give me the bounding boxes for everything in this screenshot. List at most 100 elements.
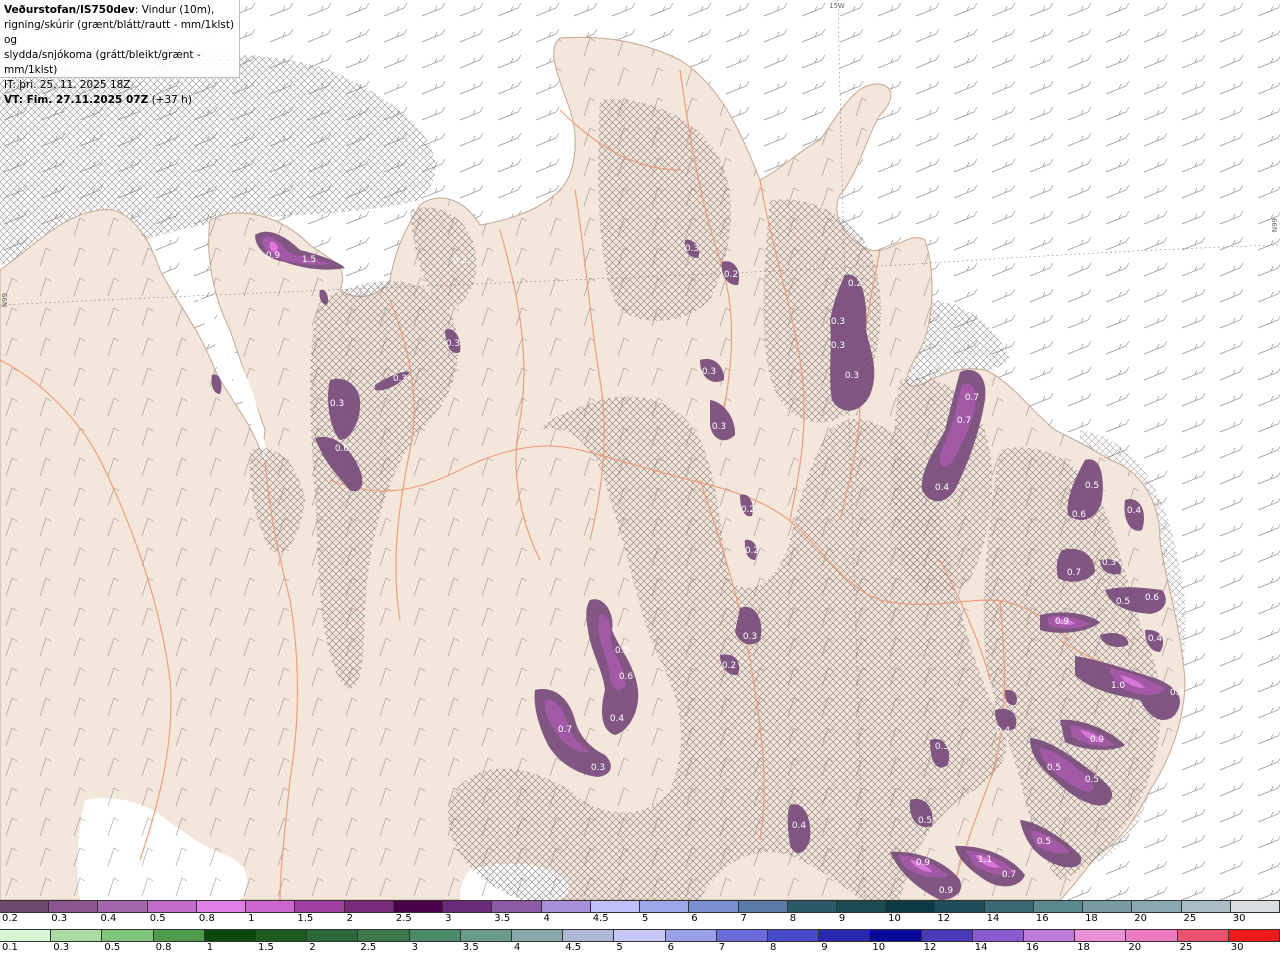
scale-label: 1.5: [258, 942, 274, 953]
precip-value-label: 0.5: [1047, 763, 1061, 773]
precip-value-label: 0.6: [619, 672, 634, 682]
precip-value-label: 0.9: [939, 886, 954, 896]
scale-label: 2.5: [395, 913, 412, 924]
precip-value-label: 0.3: [831, 317, 845, 327]
scale-swatch: [1177, 930, 1229, 941]
scale-swatch: [1024, 930, 1076, 941]
scale-swatch: [738, 901, 788, 912]
scale-swatch: [614, 930, 666, 941]
scale-swatch: [768, 930, 820, 941]
precip-value-label: 0.3: [712, 422, 726, 432]
info-line3: slydda/snjókoma (grátt/bleikt/grænt - mm…: [4, 49, 201, 76]
scale-swatch: [512, 930, 564, 941]
info-line2: rigning/skúrir (grænt/blátt/rautt - mm/1…: [4, 19, 235, 46]
precip-value-label: 0.5: [1116, 597, 1130, 607]
scale-swatch: [1083, 901, 1133, 912]
precip-value-label: 1.0: [1111, 681, 1126, 691]
precip-value-label: 0.2: [745, 546, 759, 556]
scale-swatch: [0, 930, 52, 941]
precip-value-label: 0.7: [957, 416, 971, 426]
scale-swatch: [984, 901, 1034, 912]
scale-swatch: [51, 930, 103, 941]
scale-swatch: [1132, 901, 1182, 912]
scale-swatch: [590, 901, 641, 912]
scale-label: 8: [789, 913, 797, 924]
scale-swatch: [295, 901, 345, 912]
scale-label: 7: [718, 942, 726, 953]
scale-swatch: [393, 901, 444, 912]
info-lead-time: (+37 h): [148, 94, 192, 106]
precip-value-label: 0.4: [935, 483, 950, 493]
precip-value-label: 0.3: [446, 339, 460, 349]
scale-swatch: [886, 901, 936, 912]
scale-label: 18: [1077, 942, 1090, 953]
scale-label: 0.3: [51, 913, 68, 924]
scale-swatch: [196, 901, 247, 912]
info-valid-time: VT: Fim. 27.11.2025 07Z: [4, 94, 149, 106]
precip-value-label: 0.5: [1037, 837, 1051, 847]
scale-label: 16: [1035, 913, 1049, 924]
scale-swatch: [640, 901, 690, 912]
scale-swatch: [147, 901, 197, 912]
precip-value-label: 0.6: [1145, 593, 1160, 603]
scale-label: 1: [206, 942, 214, 953]
precip-value-label: 0.2: [453, 256, 467, 266]
scale-swatch: [307, 930, 359, 941]
scale-label: 4: [543, 913, 550, 924]
precip-value-label: 0.4: [1170, 688, 1185, 698]
scale-label: 10: [872, 942, 886, 953]
precip-value-label: 0.3: [1102, 558, 1116, 568]
scale-label: 9: [838, 913, 846, 924]
scale-label: 18: [1085, 913, 1098, 924]
precip-value-label: 0.3: [393, 374, 407, 384]
scale-label: 10: [888, 913, 901, 924]
precip-value-label: 0.9: [916, 858, 931, 868]
precip-value-label: 0.9: [1055, 617, 1070, 627]
scale-label: 30: [1230, 942, 1244, 953]
weather-map: 0.9 1.5 0.2 0.3 0.2 0.2 0.3 0.3 0.3 0.3 0.3 0.3 0.6 0…: [0, 0, 1280, 900]
scale-swatch: [541, 901, 591, 912]
scale-swatch: [1075, 930, 1127, 941]
scale-swatch: [98, 901, 148, 912]
scale-swatch: [1033, 901, 1084, 912]
precip-value-label: 0.2: [741, 505, 755, 515]
precip-value-label: 0.2: [848, 279, 862, 289]
scale-swatch: [443, 901, 493, 912]
scale-label: 3: [445, 913, 452, 924]
scale-swatch: [972, 930, 1025, 941]
scale-label: 6: [691, 913, 698, 924]
snow-color-scale: 0.2 0.3 0.4 0.5 0.8 1 1.5 2 2.5 3 3.5 4 4.5 5 6 7 8 9 10 12…: [0, 900, 1280, 928]
scale-label: 3.5: [462, 942, 479, 953]
scale-swatch: [102, 930, 154, 941]
scale-label: 2: [309, 942, 316, 953]
scale-label: 16: [1026, 942, 1039, 953]
precip-value-label: 0.3: [330, 399, 344, 409]
scale-swatch: [1181, 901, 1231, 912]
scale-label: 12: [923, 942, 937, 953]
map-info-box: Veðurstofan/IS750dev: Vindur (10m), rign…: [0, 0, 240, 106]
brand-title: Veðurstofan/IS750dev: [4, 4, 135, 16]
scale-swatch: [787, 901, 837, 912]
scale-label: 1.5: [297, 913, 314, 924]
precip-value-label: 0.9: [266, 251, 281, 261]
scale-label: 0.5: [149, 913, 166, 924]
scale-label: 9: [821, 942, 828, 953]
scale-swatch: [153, 930, 205, 941]
scale-label: 0.4: [100, 913, 117, 924]
precip-value-label: 0.3: [831, 341, 845, 351]
precip-value-label: 0.3: [702, 367, 716, 377]
scale-swatch: [1230, 901, 1280, 912]
scale-label: 0.1: [2, 942, 18, 953]
scale-label: 4: [514, 942, 521, 953]
scale-swatch: [256, 930, 308, 941]
precip-value-label: 0.4: [996, 726, 1011, 736]
scale-label: 30: [1232, 913, 1246, 924]
precip-value-label: 0.3: [845, 371, 859, 381]
scale-label: 5: [642, 913, 649, 924]
precip-value-label: 0.6: [335, 444, 350, 454]
scale-label: 3: [411, 942, 418, 953]
scale-label: 6: [667, 942, 674, 953]
scale-label: 20: [1134, 913, 1148, 924]
precip-value-label: 0.5: [615, 646, 629, 656]
precip-value-label: 0.2: [722, 661, 736, 671]
